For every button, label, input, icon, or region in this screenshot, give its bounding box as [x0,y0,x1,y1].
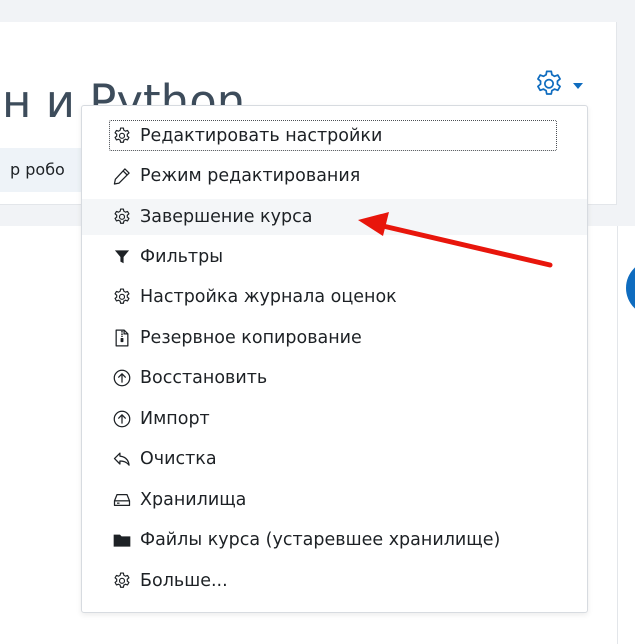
upload-circle-icon [113,410,131,428]
focus-ring [109,120,557,151]
course-page: н и Python р робо Редактировать настройк… [0,0,635,644]
menu-item-label: Настройка журнала оценок [140,287,397,307]
pencil-icon [113,168,130,185]
filter-icon [114,250,130,264]
menu-item-edit-settings[interactable]: Редактировать настройки [82,118,587,154]
top-band [0,0,635,22]
menu-item-label: Завершение курса [140,207,313,227]
menu-item-import[interactable]: Импорт [82,401,587,437]
upload-circle-icon [113,369,131,387]
archive-file-icon [115,329,129,347]
menu-item-label: Восстановить [140,368,268,388]
menu-item-legacy-course-files[interactable]: Файлы курса (устаревшее хранилище) [82,522,587,558]
folder-icon [113,534,131,547]
gear-icon [114,288,130,304]
menu-item-repositories[interactable]: Хранилища [82,482,587,518]
drawer-toggle-button[interactable] [626,260,635,316]
menu-item-label: Импорт [140,409,210,429]
undo-arrow-icon [113,452,130,466]
menu-item-editing-mode[interactable]: Режим редактирования [82,158,587,194]
menu-item-backup[interactable]: Резервное копирование [82,320,587,356]
page-gutter [617,22,635,226]
gear-icon [114,572,130,588]
menu-item-label: Фильтры [140,247,224,267]
menu-item-label: Файлы курса (устаревшее хранилище) [140,530,501,550]
menu-item-more[interactable]: Больше... [82,563,587,599]
menu-item-filters[interactable]: Фильтры [82,239,587,275]
hard-drive-icon [113,493,131,507]
menu-item-label: Резервное копирование [140,328,362,348]
menu-item-course-completion[interactable]: Завершение курса [82,199,587,235]
menu-item-label: Больше... [140,571,228,591]
menu-item-label: Режим редактирования [140,166,361,186]
menu-item-label: Хранилища [140,490,247,510]
caret-down-icon [573,83,583,89]
menu-item-label: Очистка [140,449,217,469]
gear-icon [114,208,130,224]
menu-item-gradebook-setup[interactable]: Настройка журнала оценок [82,279,587,315]
course-actions-button[interactable] [533,64,593,104]
gear-icon [537,70,561,95]
menu-item-restore[interactable]: Восстановить [82,360,587,396]
menu-item-reset[interactable]: Очистка [82,441,587,477]
course-actions-dropdown: Редактировать настройки Режим редактиров… [81,105,588,613]
